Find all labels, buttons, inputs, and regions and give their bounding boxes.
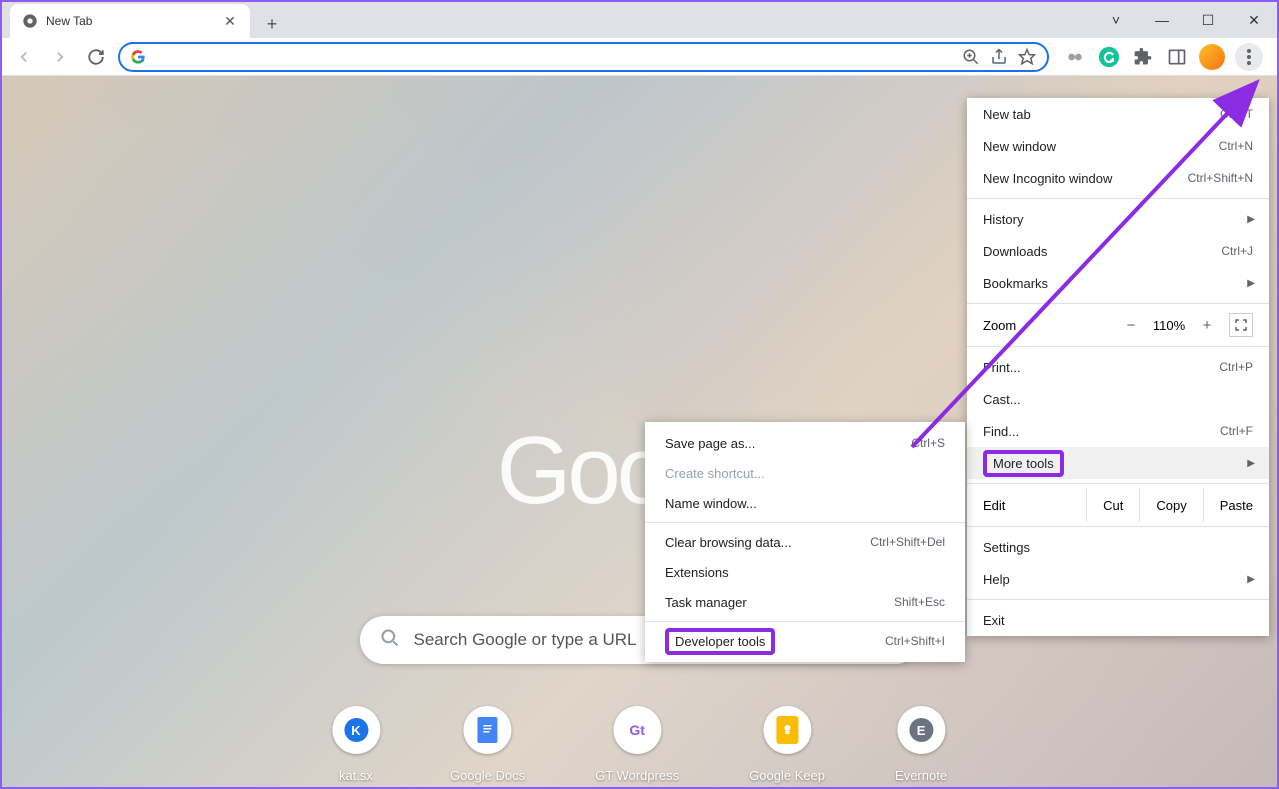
menu-exit[interactable]: Exit	[967, 604, 1269, 636]
menu-new-tab[interactable]: New tabCtrl+T	[967, 98, 1269, 130]
search-icon	[380, 628, 400, 653]
forward-button[interactable]	[46, 43, 74, 71]
zoom-out-button[interactable]: −	[1117, 317, 1145, 334]
shortcut-google-docs[interactable]: Google Docs	[450, 706, 525, 783]
edit-copy-button[interactable]: Copy	[1139, 488, 1202, 522]
toolbar	[2, 38, 1277, 76]
menu-bookmarks[interactable]: Bookmarks▶	[967, 267, 1269, 299]
extensions-puzzle-icon[interactable]	[1131, 45, 1155, 69]
zoom-value: 110%	[1145, 318, 1193, 333]
shortcut-google-keep[interactable]: Google Keep	[749, 706, 825, 783]
menu-downloads[interactable]: DownloadsCtrl+J	[967, 235, 1269, 267]
fullscreen-button[interactable]	[1229, 313, 1253, 337]
browser-tab[interactable]: New Tab ✕	[10, 4, 250, 38]
chrome-menu-button[interactable]	[1235, 43, 1263, 71]
menu-history[interactable]: History▶	[967, 203, 1269, 235]
shortcuts-row: Kkat.sx Google Docs GtGT Wordpress Googl…	[332, 706, 947, 783]
menu-more-tools[interactable]: More tools▶	[967, 447, 1269, 479]
submenu-clear-browsing[interactable]: Clear browsing data...Ctrl+Shift+Del	[645, 527, 965, 557]
back-button[interactable]	[10, 43, 38, 71]
submenu-extensions[interactable]: Extensions	[645, 557, 965, 587]
more-tools-submenu: Save page as...Ctrl+S Create shortcut...…	[645, 422, 965, 662]
minimize-button[interactable]: —	[1139, 2, 1185, 38]
bookmark-star-icon[interactable]	[1017, 47, 1037, 67]
shortcut-evernote[interactable]: EEvernote	[895, 706, 947, 783]
edit-cut-button[interactable]: Cut	[1086, 488, 1139, 522]
grammarly-icon[interactable]	[1097, 45, 1121, 69]
zoom-indicator-icon[interactable]	[961, 47, 981, 67]
tab-close-button[interactable]: ✕	[222, 13, 238, 29]
tab-bar: New Tab ✕ +	[2, 2, 1277, 38]
window-dropdown-icon[interactable]: ˅	[1093, 2, 1139, 38]
menu-cast[interactable]: Cast...	[967, 383, 1269, 415]
submenu-task-manager[interactable]: Task managerShift+Esc	[645, 587, 965, 617]
menu-find[interactable]: Find...Ctrl+F	[967, 415, 1269, 447]
menu-settings[interactable]: Settings	[967, 531, 1269, 563]
submenu-create-shortcut: Create shortcut...	[645, 458, 965, 488]
menu-help[interactable]: Help▶	[967, 563, 1269, 595]
menu-edit-row: Edit Cut Copy Paste	[967, 488, 1269, 522]
submenu-developer-tools[interactable]: Developer toolsCtrl+Shift+I	[645, 626, 965, 656]
menu-new-window[interactable]: New windowCtrl+N	[967, 130, 1269, 162]
chrome-main-menu: New tabCtrl+T New windowCtrl+N New Incog…	[967, 98, 1269, 636]
google-g-icon	[130, 49, 146, 65]
reload-button[interactable]	[82, 43, 110, 71]
profile-avatar[interactable]	[1199, 44, 1225, 70]
extension-1-icon[interactable]	[1063, 45, 1087, 69]
maximize-button[interactable]: ☐	[1185, 2, 1231, 38]
zoom-in-button[interactable]: +	[1193, 317, 1221, 334]
shortcut-katsx[interactable]: Kkat.sx	[332, 706, 380, 783]
menu-new-incognito[interactable]: New Incognito windowCtrl+Shift+N	[967, 162, 1269, 194]
share-icon[interactable]	[989, 47, 1009, 67]
new-tab-button[interactable]: +	[258, 10, 286, 38]
menu-zoom-row: Zoom − 110% +	[967, 308, 1269, 342]
submenu-name-window[interactable]: Name window...	[645, 488, 965, 518]
sidepanel-icon[interactable]	[1165, 45, 1189, 69]
close-window-button[interactable]: ✕	[1231, 2, 1277, 38]
shortcut-gt-wordpress[interactable]: GtGT Wordpress	[595, 706, 679, 783]
toolbar-extensions	[1057, 43, 1269, 71]
tab-title: New Tab	[46, 14, 214, 28]
menu-print[interactable]: Print...Ctrl+P	[967, 351, 1269, 383]
submenu-save-page[interactable]: Save page as...Ctrl+S	[645, 428, 965, 458]
search-placeholder: Search Google or type a URL	[414, 630, 637, 650]
edit-paste-button[interactable]: Paste	[1203, 488, 1269, 522]
address-bar[interactable]	[118, 42, 1049, 72]
omnibox-input[interactable]	[154, 49, 953, 65]
window-controls: ˅ — ☐ ✕	[1093, 2, 1277, 38]
tab-favicon-icon	[22, 13, 38, 29]
